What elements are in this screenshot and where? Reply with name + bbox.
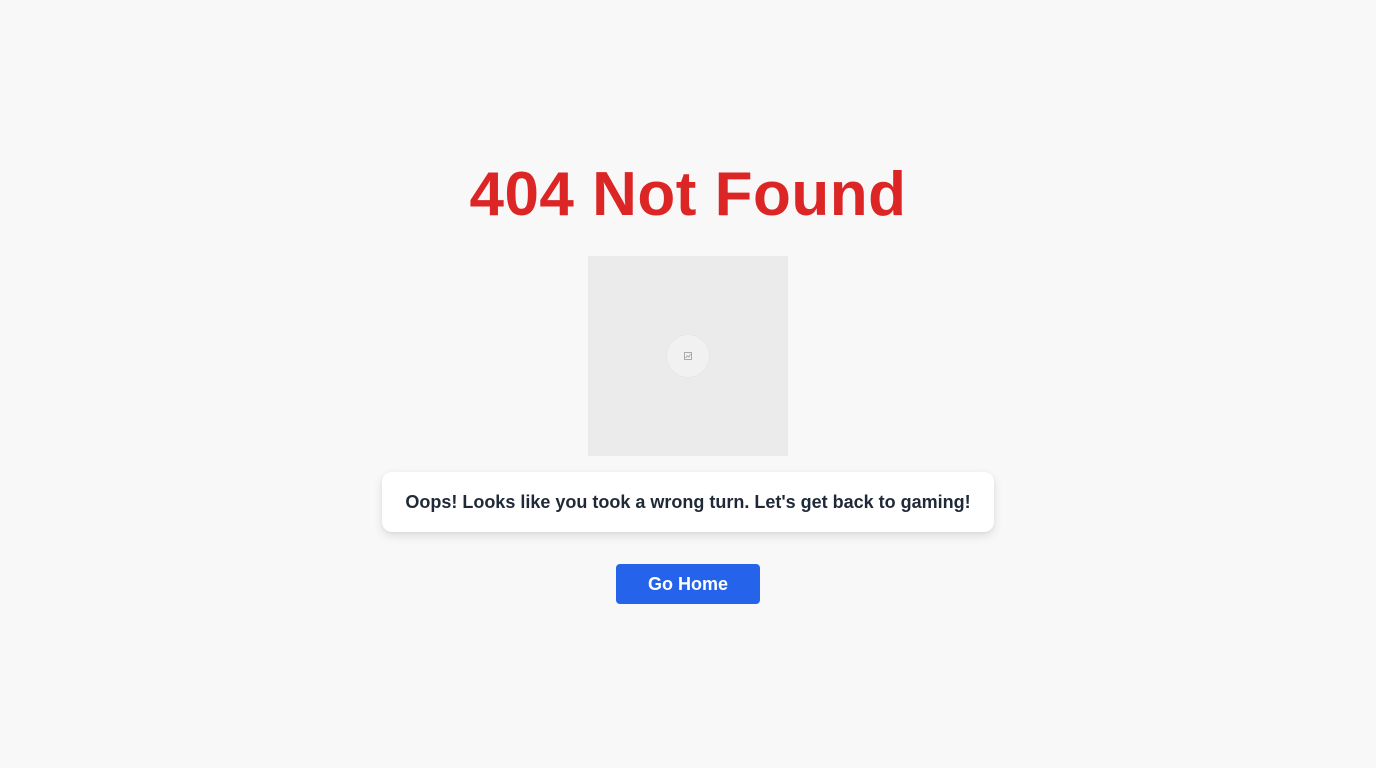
page-title: 404 Not Found <box>469 160 907 229</box>
go-home-button[interactable]: Go Home <box>616 564 760 604</box>
image-loading-indicator <box>666 334 710 378</box>
broken-image-icon <box>684 352 692 360</box>
image-placeholder <box>588 256 788 456</box>
message-card: Oops! Looks like you took a wrong turn. … <box>382 472 994 532</box>
error-message: Oops! Looks like you took a wrong turn. … <box>405 491 971 512</box>
not-found-page: 404 Not Found Oops! Looks like you took … <box>0 0 1376 768</box>
